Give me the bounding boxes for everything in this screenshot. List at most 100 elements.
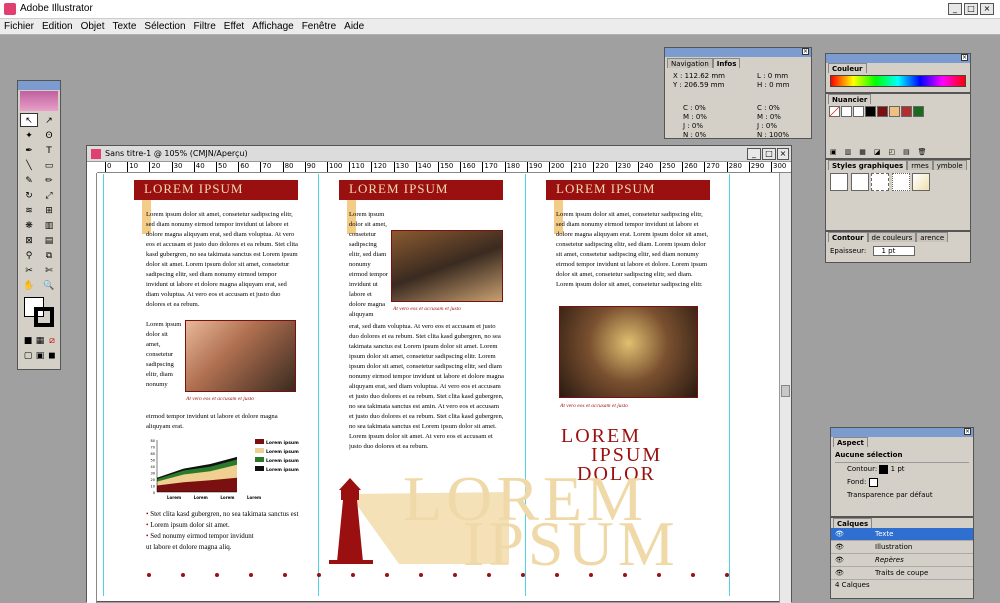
menu-selection[interactable]: Sélection	[140, 19, 189, 34]
screen-mode-3-icon[interactable]: ◼	[47, 349, 57, 363]
layer-row-illustration[interactable]: 👁 Illustration	[831, 541, 973, 554]
warp-tool-icon[interactable]: ≋	[20, 204, 38, 218]
swatch-beige[interactable]	[889, 106, 900, 117]
area-chart[interactable]: 80 70 60 50 40 30 20 10 0 Lorem Lorem Lorem Lorem Lor…	[143, 434, 303, 504]
col1-caption[interactable]: At vero eos et accusam et justo	[186, 396, 254, 402]
rotate-tool-icon[interactable]: ↻	[20, 189, 38, 203]
direct-selection-tool-icon[interactable]: ↗	[40, 114, 58, 128]
doc-maximize-button[interactable]: □	[762, 148, 776, 160]
rectangle-tool-icon[interactable]: ▭	[40, 159, 58, 173]
swatch-green[interactable]	[913, 106, 924, 117]
appearance-fill-swatch[interactable]	[868, 477, 878, 487]
slice-tool-icon[interactable]: ✂	[20, 264, 38, 278]
close-button[interactable]: ×	[980, 3, 994, 15]
maximize-button[interactable]: □	[964, 3, 978, 15]
tab-transparency[interactable]: arence	[916, 232, 949, 242]
line-tool-icon[interactable]: ╲	[20, 159, 38, 173]
tab-couleur[interactable]: Couleur	[828, 63, 867, 73]
info-palette-header[interactable]: ×	[665, 48, 811, 57]
lasso-tool-icon[interactable]: ʘ	[40, 129, 58, 143]
pencil-tool-icon[interactable]: ✏	[40, 174, 58, 188]
menu-edition[interactable]: Edition	[38, 19, 77, 34]
pen-tool-icon[interactable]: ✒	[20, 144, 38, 158]
brush-tool-icon[interactable]: ✎	[20, 174, 38, 188]
stroke-swatch[interactable]	[34, 307, 54, 327]
screen-mode-2-icon[interactable]: ▣	[35, 349, 45, 363]
artboard[interactable]: LOREM IPSUM Lorem ipsum dolor sit amet, …	[103, 174, 775, 596]
swatch-red[interactable]	[877, 106, 888, 117]
col2-paragraph[interactable]: erat, sed diam voluptua. At vero eos et …	[349, 322, 505, 474]
style-default[interactable]	[830, 173, 848, 191]
col3-big-lorem[interactable]: LOREM	[561, 426, 641, 446]
ruler-horizontal[interactable]: 0 10 20 30 40 50 60 70 80 90 100 110 120 130 140 150 160…	[97, 162, 791, 173]
tab-infos[interactable]: Infos	[712, 58, 741, 68]
swatch-white[interactable]	[853, 106, 864, 117]
tab-styles[interactable]: Styles graphiques	[828, 160, 908, 170]
doc-minimize-button[interactable]: _	[747, 148, 761, 160]
mesh-tool-icon[interactable]: ⊠	[20, 234, 38, 248]
col3-photo-coins[interactable]	[559, 306, 698, 398]
eye-icon[interactable]: 👁	[835, 556, 844, 564]
menu-effet[interactable]: Effet	[220, 19, 248, 34]
menu-aide[interactable]: Aide	[340, 19, 368, 34]
col2-narrow-text[interactable]: Lorem ipsum dolor sit amet, consetetur s…	[349, 210, 389, 322]
stroke-weight-input[interactable]: 1 pt	[872, 246, 915, 256]
registration-swatch[interactable]	[841, 106, 852, 117]
col2-caption[interactable]: At vero eos et accusam et justo	[393, 306, 461, 312]
col2-photo-office[interactable]	[391, 230, 503, 302]
minimize-button[interactable]: _	[948, 3, 962, 15]
col1-wrap-text[interactable]: Lorem ipsum dolor sit amet, consetetur s…	[146, 320, 182, 416]
swatches-footer-icons[interactable]: ▣▥▦◪◰▤🗑	[830, 148, 935, 156]
col3-caption[interactable]: At vero eos et accusam et justo	[560, 403, 628, 409]
menu-filtre[interactable]: Filtre	[190, 19, 220, 34]
zoom-tool-icon[interactable]: 🔍	[40, 279, 58, 293]
col1-paragraph-2[interactable]: eirmod tempor invidunt ut labore et dolo…	[146, 412, 298, 432]
menu-affichage[interactable]: Affichage	[248, 19, 298, 34]
col3-big-ipsum[interactable]: IPSUM	[591, 445, 662, 465]
menu-texte[interactable]: Texte	[109, 19, 141, 34]
color-mode-icon[interactable]: ■	[23, 334, 33, 348]
type-tool-icon[interactable]: T	[40, 144, 58, 158]
style-4[interactable]	[891, 173, 910, 191]
col1-paragraph[interactable]: Lorem ipsum dolor sit amet, consetetur s…	[146, 210, 298, 320]
scale-tool-icon[interactable]: ⤢	[40, 189, 58, 203]
tab-calques[interactable]: Calques	[833, 518, 873, 528]
col1-bullets[interactable]: • Stet clita kasd gubergren, no sea taki…	[146, 509, 301, 553]
style-2[interactable]	[850, 173, 869, 191]
swatch-black[interactable]	[865, 106, 876, 117]
screen-mode-1-icon[interactable]: ▢	[23, 349, 33, 363]
tab-nuancier[interactable]: Nuancier	[828, 94, 872, 104]
style-3[interactable]	[871, 173, 890, 191]
col1-photo-binder[interactable]	[185, 320, 296, 392]
eye-icon[interactable]: 👁	[835, 543, 844, 551]
col2-heading[interactable]: LOREM IPSUM	[339, 180, 503, 200]
col1-heading[interactable]: LOREM IPSUM	[134, 180, 298, 200]
eyedropper-tool-icon[interactable]: ⚲	[20, 249, 38, 263]
col3-heading[interactable]: LOREM IPSUM	[546, 180, 710, 200]
magic-wand-tool-icon[interactable]: ✦	[20, 129, 38, 143]
symbol-tool-icon[interactable]: ❋	[20, 219, 38, 233]
gradient-mode-icon[interactable]: ▦	[35, 334, 45, 348]
scissors-tool-icon[interactable]: ✄	[40, 264, 58, 278]
menu-fichier[interactable]: Fichier	[0, 19, 38, 34]
tab-gradient[interactable]: de couleurs	[867, 232, 917, 242]
none-mode-icon[interactable]: ⧄	[47, 334, 57, 348]
blend-tool-icon[interactable]: ⧉	[40, 249, 58, 263]
scroll-thumb[interactable]	[781, 385, 790, 397]
tab-brushes[interactable]: rmes	[907, 160, 933, 170]
close-icon[interactable]: ×	[964, 428, 971, 435]
menu-fenetre[interactable]: Fenêtre	[298, 19, 340, 34]
tab-contour[interactable]: Contour	[828, 232, 868, 242]
graph-tool-icon[interactable]: ▥	[40, 219, 58, 233]
free-transform-tool-icon[interactable]: ⊞	[40, 204, 58, 218]
selection-tool-icon[interactable]: ↖	[20, 113, 38, 127]
gradient-tool-icon[interactable]: ▤	[40, 234, 58, 248]
appearance-stroke-swatch[interactable]	[879, 464, 889, 474]
layer-row-traits[interactable]: 👁 Traits de coupe	[831, 567, 973, 580]
ruler-vertical[interactable]	[87, 173, 97, 603]
color-palette-header[interactable]: ×	[826, 54, 970, 63]
doc-close-button[interactable]: ×	[777, 148, 789, 160]
close-icon[interactable]: ×	[802, 48, 809, 55]
menu-objet[interactable]: Objet	[77, 19, 109, 34]
layer-row-texte[interactable]: 👁 Texte	[831, 528, 973, 541]
